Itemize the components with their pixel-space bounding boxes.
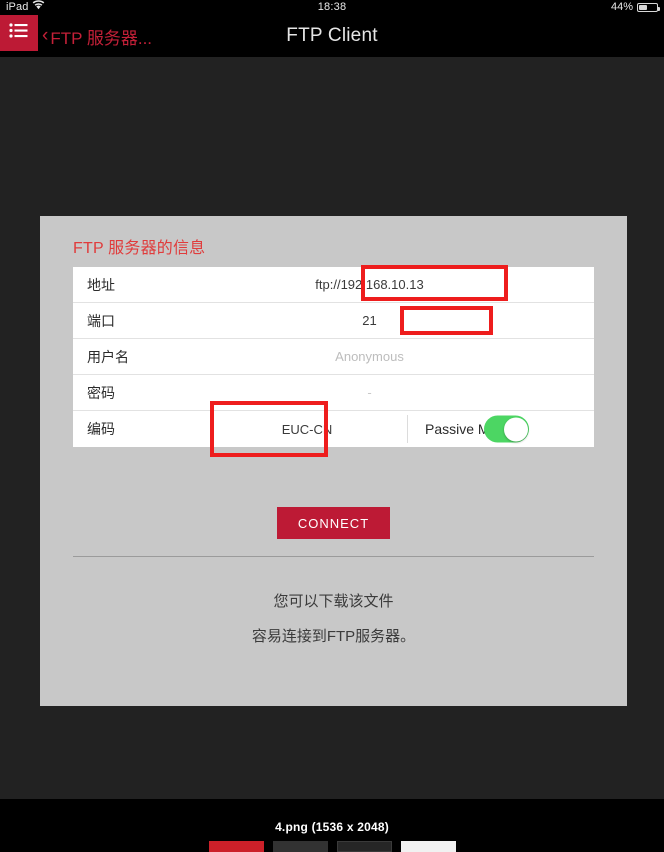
form-row-encoding: 编码 EUC-CN Passive Mode bbox=[73, 411, 594, 447]
note-line-1: 您可以下载该文件 bbox=[273, 593, 394, 610]
status-bar: iPad 18:38 44% bbox=[0, 0, 664, 15]
status-bar-right: 44% bbox=[610, 0, 660, 15]
thumbnail-item[interactable] bbox=[336, 841, 392, 852]
password-label: 密码 bbox=[87, 384, 115, 401]
battery-fill bbox=[639, 5, 647, 10]
form-row-username[interactable]: 用户名 Anonymous bbox=[73, 339, 594, 375]
battery-icon bbox=[637, 3, 660, 12]
form-row-address[interactable]: 地址 ftp://192.168.10.13 bbox=[73, 267, 594, 303]
passive-mode-toggle[interactable] bbox=[484, 415, 529, 443]
thumbnail-item[interactable] bbox=[400, 841, 456, 852]
encoding-divider bbox=[407, 415, 408, 443]
app-screen: iPad 18:38 44% FTP Client ‹ FTP 服务器... F… bbox=[0, 0, 664, 852]
thumbnail-item[interactable] bbox=[208, 841, 264, 852]
encoding-select[interactable]: EUC-CN bbox=[247, 422, 367, 437]
chevron-left-icon: ‹ bbox=[42, 24, 49, 46]
navigation-bar: FTP Client ‹ FTP 服务器... bbox=[0, 15, 664, 57]
app-content-area: FTP 服务器的信息 地址 ftp://192.168.10.13 端口 21 … bbox=[0, 57, 664, 799]
form-row-port[interactable]: 端口 21 bbox=[73, 303, 594, 339]
thumbnail-item[interactable] bbox=[272, 841, 328, 852]
connect-button[interactable]: CONNECT bbox=[277, 507, 390, 539]
password-input[interactable]: - bbox=[225, 385, 594, 400]
hamburger-list-icon bbox=[9, 23, 29, 43]
menu-button[interactable] bbox=[0, 15, 38, 51]
address-input[interactable]: ftp://192.168.10.13 bbox=[225, 277, 594, 292]
address-label: 地址 bbox=[87, 276, 115, 293]
form-row-password[interactable]: 密码 - bbox=[73, 375, 594, 411]
ftp-settings-form: 地址 ftp://192.168.10.13 端口 21 用户名 Anonymo… bbox=[73, 267, 594, 447]
username-input[interactable]: Anonymous bbox=[225, 349, 594, 364]
thumbnail-strip[interactable] bbox=[0, 841, 664, 852]
port-label: 端口 bbox=[87, 312, 115, 329]
image-caption: 4.png (1536 x 2048) bbox=[275, 820, 389, 834]
back-button[interactable]: ‹ FTP 服务器... bbox=[42, 15, 152, 57]
encoding-label: 编码 bbox=[87, 421, 115, 437]
panel-title: FTP 服务器的信息 bbox=[73, 240, 206, 257]
port-input[interactable]: 21 bbox=[225, 313, 594, 328]
back-button-label: FTP 服务器... bbox=[50, 28, 153, 48]
username-label: 用户名 bbox=[87, 348, 129, 365]
battery-percent-label: 44% bbox=[610, 1, 633, 13]
passive-mode-toggle-knob bbox=[503, 417, 528, 441]
note-line-2: 容易连接到FTP服务器。 bbox=[251, 628, 416, 645]
ftp-server-info-panel: FTP 服务器的信息 地址 ftp://192.168.10.13 端口 21 … bbox=[40, 216, 627, 706]
status-bar-time: 18:38 bbox=[317, 1, 347, 13]
section-divider bbox=[73, 556, 594, 557]
